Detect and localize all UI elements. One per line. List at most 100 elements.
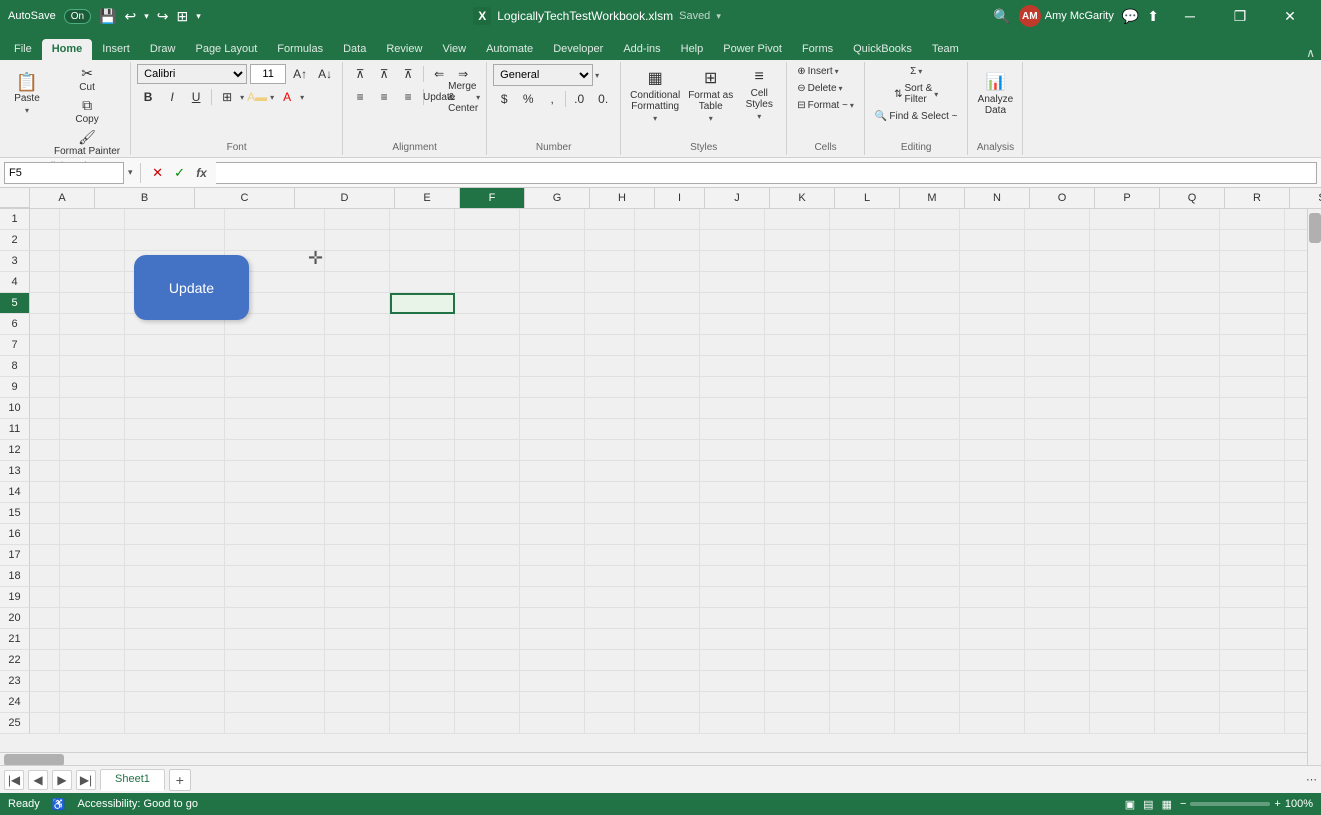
cell-J2[interactable]: [635, 230, 700, 251]
cell-O5[interactable]: [960, 293, 1025, 314]
cell-D12[interactable]: [225, 440, 325, 461]
sum-dropdown[interactable]: ▾: [918, 67, 922, 76]
cell-O15[interactable]: [960, 503, 1025, 524]
cell-L22[interactable]: [765, 650, 830, 671]
row-header-18[interactable]: 18: [0, 566, 30, 587]
cell-B18[interactable]: [60, 566, 125, 587]
row-header-9[interactable]: 9: [0, 377, 30, 398]
cell-H8[interactable]: [520, 356, 585, 377]
cell-F11[interactable]: [390, 419, 455, 440]
align-top-left-button[interactable]: ⊼: [349, 64, 371, 84]
cell-K18[interactable]: [700, 566, 765, 587]
cell-A14[interactable]: [30, 482, 60, 503]
borders-dropdown[interactable]: ▾: [240, 93, 244, 102]
cell-Q9[interactable]: [1090, 377, 1155, 398]
cell-K12[interactable]: [700, 440, 765, 461]
col-header-f[interactable]: F: [460, 188, 525, 208]
cell-C9[interactable]: [125, 377, 225, 398]
cell-E12[interactable]: [325, 440, 390, 461]
cell-B6[interactable]: [60, 314, 125, 335]
cell-N17[interactable]: [895, 545, 960, 566]
cell-J19[interactable]: [635, 587, 700, 608]
row-header-12[interactable]: 12: [0, 440, 30, 461]
cell-G7[interactable]: [455, 335, 520, 356]
row-header-5[interactable]: 5: [0, 293, 30, 314]
cell-Q23[interactable]: [1090, 671, 1155, 692]
cell-R3[interactable]: [1155, 251, 1220, 272]
cell-D19[interactable]: [225, 587, 325, 608]
cell-I10[interactable]: [585, 398, 635, 419]
cell-M17[interactable]: [830, 545, 895, 566]
cell-I20[interactable]: [585, 608, 635, 629]
cell-I3[interactable]: [585, 251, 635, 272]
cell-F10[interactable]: [390, 398, 455, 419]
cell-J17[interactable]: [635, 545, 700, 566]
align-top-center-button[interactable]: ⊼: [373, 64, 395, 84]
cell-L18[interactable]: [765, 566, 830, 587]
cell-P22[interactable]: [1025, 650, 1090, 671]
cell-I14[interactable]: [585, 482, 635, 503]
tab-draw[interactable]: Draw: [140, 39, 186, 60]
cell-C21[interactable]: [125, 629, 225, 650]
update-button[interactable]: Update: [134, 255, 249, 320]
cell-H23[interactable]: [520, 671, 585, 692]
cell-O22[interactable]: [960, 650, 1025, 671]
format-as-table-button[interactable]: ⊞ Format asTable ▾: [685, 64, 736, 127]
cell-M12[interactable]: [830, 440, 895, 461]
cell-B20[interactable]: [60, 608, 125, 629]
cell-S6[interactable]: [1220, 314, 1285, 335]
cell-E18[interactable]: [325, 566, 390, 587]
fill-dropdown[interactable]: ▾: [270, 93, 274, 102]
cell-Q6[interactable]: [1090, 314, 1155, 335]
cell-P21[interactable]: [1025, 629, 1090, 650]
cell-A10[interactable]: [30, 398, 60, 419]
cell-J23[interactable]: [635, 671, 700, 692]
cell-O1[interactable]: [960, 209, 1025, 230]
cell-F1[interactable]: [390, 209, 455, 230]
cell-E8[interactable]: [325, 356, 390, 377]
row-header-10[interactable]: 10: [0, 398, 30, 419]
cell-G24[interactable]: [455, 692, 520, 713]
cell-K10[interactable]: [700, 398, 765, 419]
cell-S18[interactable]: [1220, 566, 1285, 587]
cell-P10[interactable]: [1025, 398, 1090, 419]
cell-P4[interactable]: [1025, 272, 1090, 293]
cell-H25[interactable]: [520, 713, 585, 734]
cell-D9[interactable]: [225, 377, 325, 398]
cell-Q4[interactable]: [1090, 272, 1155, 293]
cell-P9[interactable]: [1025, 377, 1090, 398]
cell-R5[interactable]: [1155, 293, 1220, 314]
cell-I12[interactable]: [585, 440, 635, 461]
format-painter-button[interactable]: 🖌Format Painter: [50, 128, 124, 159]
formula-cancel-button[interactable]: ✕: [148, 163, 168, 183]
cell-O4[interactable]: [960, 272, 1025, 293]
decimal-increase-button[interactable]: .0: [568, 89, 590, 109]
name-box[interactable]: [4, 162, 124, 184]
cell-M11[interactable]: [830, 419, 895, 440]
cell-G11[interactable]: [455, 419, 520, 440]
cell-E22[interactable]: [325, 650, 390, 671]
cell-L5[interactable]: [765, 293, 830, 314]
cell-C23[interactable]: [125, 671, 225, 692]
cell-K24[interactable]: [700, 692, 765, 713]
cell-N15[interactable]: [895, 503, 960, 524]
cell-B4[interactable]: [60, 272, 125, 293]
cell-H17[interactable]: [520, 545, 585, 566]
row-header-1[interactable]: 1: [0, 209, 30, 230]
cell-H4[interactable]: [520, 272, 585, 293]
tab-add-ins[interactable]: Add-ins: [613, 39, 670, 60]
cell-A22[interactable]: [30, 650, 60, 671]
cell-N13[interactable]: [895, 461, 960, 482]
analyze-data-button[interactable]: 📊 AnalyzeData: [974, 64, 1016, 124]
cell-R17[interactable]: [1155, 545, 1220, 566]
cell-Q20[interactable]: [1090, 608, 1155, 629]
cell-M4[interactable]: [830, 272, 895, 293]
cell-G2[interactable]: [455, 230, 520, 251]
cell-G10[interactable]: [455, 398, 520, 419]
cell-B25[interactable]: [60, 713, 125, 734]
cell-L4[interactable]: [765, 272, 830, 293]
qat-dropdown-icon[interactable]: ▾: [196, 11, 201, 22]
find-select-button[interactable]: 🔍 Find & Select ~: [871, 109, 962, 124]
cell-R8[interactable]: [1155, 356, 1220, 377]
cell-D25[interactable]: [225, 713, 325, 734]
